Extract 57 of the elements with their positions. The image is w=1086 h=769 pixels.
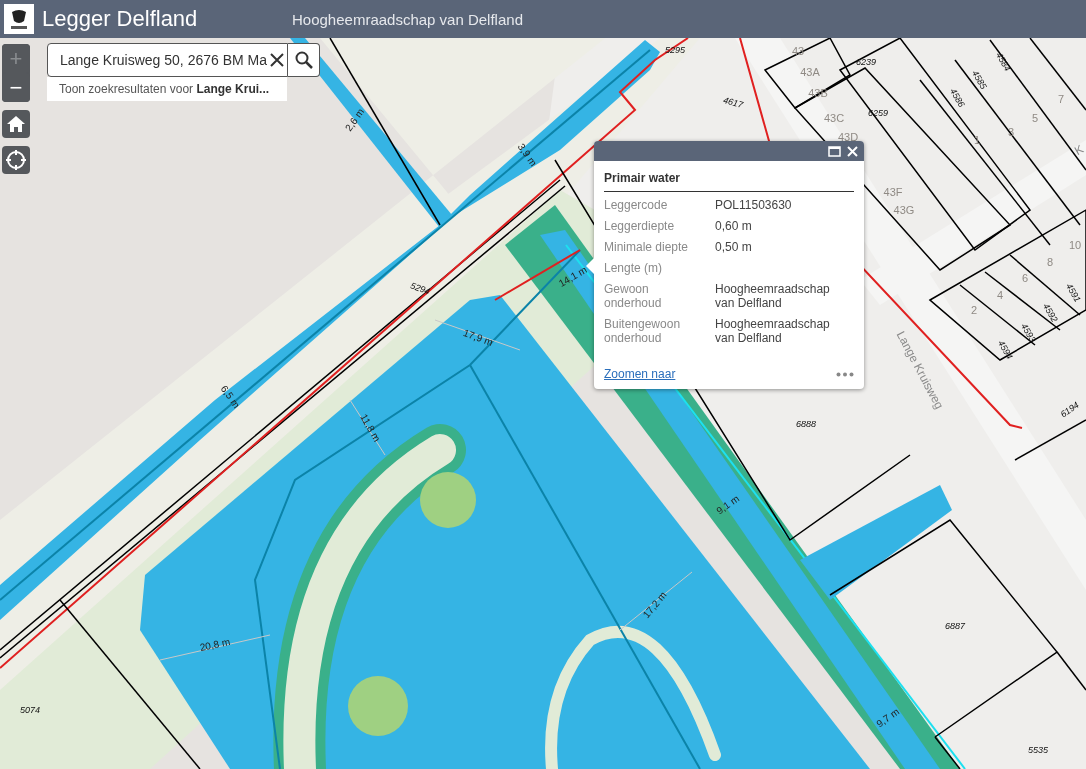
field-value: 0,60 m (715, 219, 753, 233)
field-value: Hoogheemraadschap van Delfland (715, 317, 831, 345)
map-drawing[interactable] (0, 38, 1086, 769)
close-icon[interactable] (847, 145, 858, 157)
search-button[interactable] (288, 43, 320, 77)
parcel-number: 5535 (1028, 745, 1048, 755)
zoom-to-link[interactable]: Zoomen naar (604, 367, 676, 381)
measurement-label: 20,8 m (199, 636, 231, 654)
house-number: 43A (800, 66, 820, 78)
field-value: Hoogheemraadschap van Delfland (715, 282, 831, 310)
street-name: K (1072, 142, 1086, 158)
house-number: 8 (1046, 256, 1054, 268)
measurement-label: 6,5 m (218, 383, 242, 411)
close-icon (270, 53, 285, 67)
search-suggestion[interactable]: Toon zoekresultaten voor Lange Krui... (47, 77, 287, 101)
home-button[interactable] (2, 110, 30, 138)
organization-name: Hoogheemraadschap van Delfland (292, 10, 523, 28)
app-title: Legger Delfland (42, 6, 199, 32)
parcel-number: 5294 (409, 281, 431, 297)
popup-title: Primair water (604, 171, 854, 192)
parcel-number: 6888 (796, 419, 816, 429)
house-number: 6 (1021, 272, 1029, 284)
parcel-number: 4617 (722, 96, 744, 110)
house-number: 43D (837, 131, 859, 143)
search-field[interactable]: Lange Kruisweg 50, 2676 BM Ma (47, 43, 288, 77)
more-icon[interactable] (836, 371, 854, 377)
house-number: 4 (996, 289, 1004, 301)
house-number: 43C (823, 112, 845, 124)
field-label: Gewoon onderhoud (604, 282, 663, 310)
parcel-number: 6239 (856, 57, 876, 67)
house-number: 7 (1057, 93, 1065, 105)
field-label: Leggercode (604, 198, 669, 212)
parcel-number: 6887 (945, 621, 965, 631)
house-number: 10 (1068, 239, 1082, 251)
measurement-label: 2,6 m (343, 106, 367, 134)
measurement-label: 3,9 m (515, 141, 539, 169)
field-label: Minimale diepte (604, 240, 690, 254)
measurement-label: 14,1 m (557, 265, 589, 289)
field-value: 0,50 m (715, 240, 753, 254)
home-icon (6, 114, 26, 134)
measurement-label: 9,7 m (874, 706, 902, 730)
house-number: 5 (1031, 112, 1039, 124)
house-number: 43F (883, 186, 903, 198)
maximize-icon[interactable] (828, 145, 841, 157)
locate-button[interactable] (2, 146, 30, 174)
crosshair-icon (5, 149, 27, 171)
measurement-label: 17,9 m (461, 328, 495, 348)
house-number: 43G (893, 204, 915, 216)
house-number: 1 (973, 134, 981, 146)
search-icon (294, 51, 313, 69)
field-label: Leggerdiepte (604, 219, 676, 233)
measurement-label: 9,1 m (714, 493, 742, 517)
field-label: Buitengewoon onderhoud (604, 317, 682, 345)
house-number: 2 (970, 304, 978, 316)
field-label: Lengte (m) (604, 261, 664, 275)
parcel-number: 5074 (20, 705, 40, 715)
field-value: POL11503630 (715, 198, 793, 212)
